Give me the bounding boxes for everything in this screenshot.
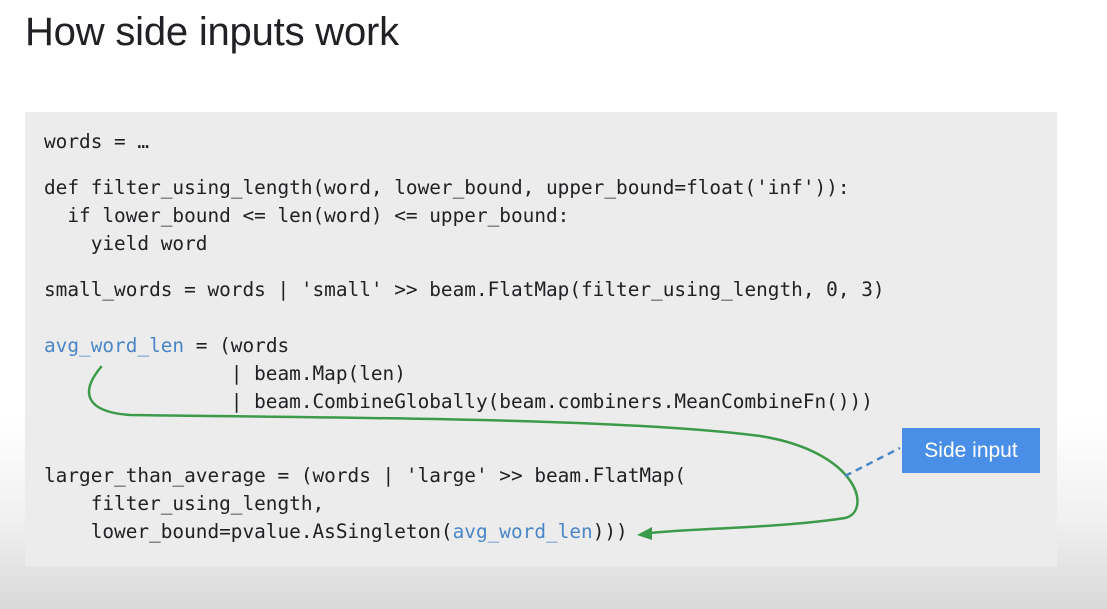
code-line-yield: yield word [44, 232, 208, 255]
slide-title: How side inputs work [25, 10, 399, 54]
code-line-avg-word-len: avg_word_len = (words [44, 334, 289, 358]
code-line-small-words: small_words = words | 'small' >> beam.Fl… [44, 278, 885, 301]
code-line-lower-bound: lower_bound=pvalue.AsSingleton(avg_word_… [44, 520, 628, 544]
code-line-larger-than-average: larger_than_average = (words | 'large' >… [44, 464, 687, 487]
code-line-words: words = … [44, 130, 150, 153]
side-input-label: Side input [902, 428, 1040, 473]
code-fragment-closing-parens: ))) [592, 520, 628, 543]
highlighted-variable-avg-word-len: avg_word_len [44, 334, 185, 357]
code-fragment-words-open: = (words [184, 334, 290, 357]
highlighted-variable-avg-word-len-ref: avg_word_len [452, 520, 593, 543]
code-line-beam-map: | beam.Map(len) [44, 362, 406, 385]
code-line-def-filter: def filter_using_length(word, lower_boun… [44, 176, 850, 199]
code-fragment-as-singleton: lower_bound=pvalue.AsSingleton( [44, 520, 453, 543]
code-line-if-bounds: if lower_bound <= len(word) <= upper_bou… [44, 204, 570, 227]
code-line-combine-globally: | beam.CombineGlobally(beam.combiners.Me… [44, 390, 873, 413]
code-line-filter-arg: filter_using_length, [44, 492, 325, 515]
